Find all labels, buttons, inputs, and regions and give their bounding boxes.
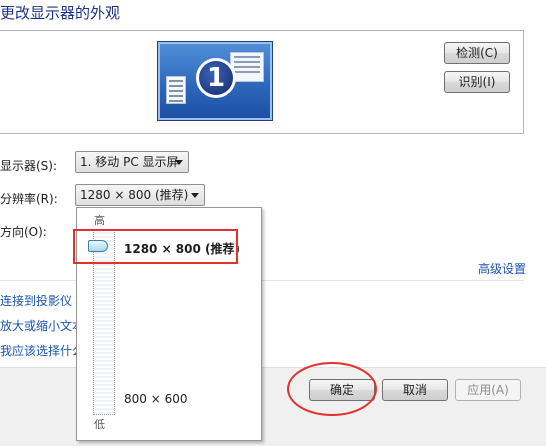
cancel-button[interactable]: 取消 xyxy=(382,379,448,401)
monitor-1-preview[interactable]: 1 xyxy=(158,42,272,120)
resolution-select-value: 1280 × 800 (推荐) xyxy=(80,188,189,202)
slider-high-label: 高 xyxy=(94,214,105,227)
chevron-down-icon xyxy=(175,160,183,165)
page-title: 更改显示器的外观 xyxy=(0,4,121,22)
resolution-option[interactable]: 800 × 600 xyxy=(124,392,188,406)
text-size-link[interactable]: 放大或缩小文本 xyxy=(0,317,84,334)
advanced-settings-link[interactable]: 高级设置 xyxy=(478,260,526,277)
identify-button[interactable]: 识别(I) xyxy=(444,71,510,93)
apply-button[interactable]: 应用(A) xyxy=(455,379,521,401)
slider-low-label: 低 xyxy=(94,418,105,431)
annotation-highlight-box xyxy=(73,229,238,264)
detect-button[interactable]: 检测(C) xyxy=(444,42,510,64)
window-thumbnail-icon xyxy=(166,76,186,104)
orientation-label: 方向(O): xyxy=(0,225,47,239)
display-select-value: 1. 移动 PC 显示屏 xyxy=(80,155,179,169)
monitor-number-badge: 1 xyxy=(196,58,236,98)
resolution-label: 分辨率(R): xyxy=(0,192,58,206)
chevron-down-icon xyxy=(191,193,199,198)
display-label: 显示器(S): xyxy=(0,159,58,173)
resolution-select[interactable]: 1280 × 800 (推荐) xyxy=(75,184,205,206)
annotation-circle xyxy=(287,362,377,416)
display-select[interactable]: 1. 移动 PC 显示屏 xyxy=(75,151,189,173)
connect-projector-link[interactable]: 连接到投影仪 ( xyxy=(0,292,81,309)
help-choose-link[interactable]: 我应该选择什么 xyxy=(0,342,84,359)
